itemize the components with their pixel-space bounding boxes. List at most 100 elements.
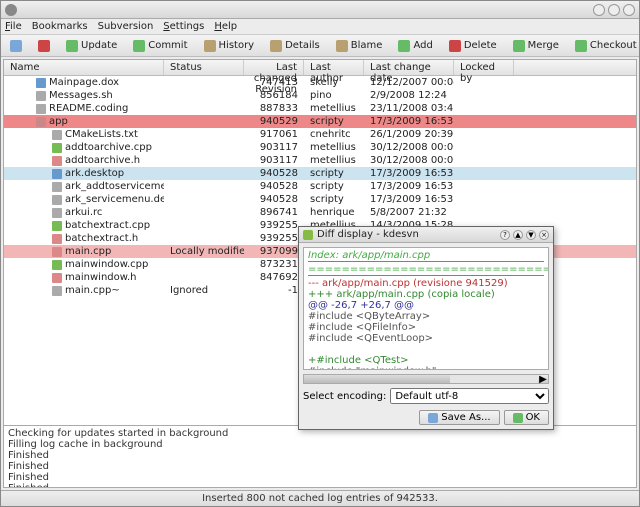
diff-text[interactable]: Index: ark/app/main.cpp ================… xyxy=(303,247,549,370)
file-rev: 873231 xyxy=(244,259,304,270)
file-name: main.cpp xyxy=(65,246,111,257)
details-button[interactable]: Details xyxy=(265,38,325,54)
dialog-buttons: Save As... OK xyxy=(303,410,549,425)
diff-new-line: +++ ark/app/main.cpp (copia locale) xyxy=(308,289,544,300)
file-date: 26/1/2009 20:39 xyxy=(364,129,454,140)
save-as-button[interactable]: Save As... xyxy=(419,410,499,425)
file-name: batchextract.h xyxy=(65,233,138,244)
file-date: 2/9/2008 12:24 xyxy=(364,90,454,101)
file-name: batchextract.cpp xyxy=(65,220,150,231)
diff-index: Index: ark/app/main.cpp xyxy=(308,250,544,262)
history-button[interactable]: History xyxy=(199,38,260,54)
header-date[interactable]: Last change date xyxy=(364,60,454,75)
diff-old-line: --- ark/app/main.cpp (revisione 941529) xyxy=(308,278,544,289)
file-rev: 903117 xyxy=(244,142,304,153)
log-line: Finished xyxy=(8,450,632,461)
table-row[interactable]: README.coding887833metellius23/11/2008 0… xyxy=(4,102,636,115)
dialog-down-button[interactable]: ▼ xyxy=(526,230,536,240)
maximize-button[interactable] xyxy=(608,4,620,16)
menu-settings[interactable]: Settings xyxy=(163,21,204,32)
merge-icon xyxy=(513,40,525,52)
delete-button[interactable]: Delete xyxy=(444,38,502,54)
file-icon xyxy=(52,169,62,179)
file-author: metellius xyxy=(304,155,364,166)
file-rev: 940528 xyxy=(244,194,304,205)
file-author: scripty xyxy=(304,116,364,127)
commit-icon xyxy=(133,40,145,52)
file-name: mainwindow.h xyxy=(65,272,137,283)
menu-file[interactable]: FFileile xyxy=(5,21,22,32)
file-author: metellius xyxy=(304,142,364,153)
table-row[interactable]: app940529scripty17/3/2009 16:53 xyxy=(4,115,636,128)
file-icon xyxy=(52,156,62,166)
table-row[interactable]: arkui.rc896741henrique5/8/2007 21:32 xyxy=(4,206,636,219)
file-author: scripty xyxy=(304,168,364,179)
file-icon xyxy=(36,91,46,101)
file-author: scripty xyxy=(304,181,364,192)
column-headers: Name Status Last changed Revision Last a… xyxy=(4,60,636,76)
file-name: ark_servicemenu.desktop xyxy=(65,194,164,205)
menu-help[interactable]: Help xyxy=(214,21,237,32)
file-icon xyxy=(52,247,62,257)
header-name[interactable]: Name xyxy=(4,60,164,75)
stop-button[interactable] xyxy=(33,38,55,54)
add-icon xyxy=(398,40,410,52)
menubar: FFileile Bookmarks Subversion Settings H… xyxy=(1,19,639,35)
file-status: Ignored xyxy=(164,285,244,296)
table-row[interactable]: addtoarchive.h903117metellius30/12/2008 … xyxy=(4,154,636,167)
header-author[interactable]: Last author xyxy=(304,60,364,75)
merge-button[interactable]: Merge xyxy=(508,38,564,54)
menu-subversion[interactable]: Subversion xyxy=(98,21,154,32)
checkout-button[interactable]: Checkout xyxy=(570,38,640,54)
file-author: henrique xyxy=(304,207,364,218)
blame-icon xyxy=(336,40,348,52)
file-name: arkui.rc xyxy=(65,207,102,218)
diff-ctx: #include <QFileInfo> xyxy=(308,322,544,333)
file-rev: 903117 xyxy=(244,155,304,166)
up-button[interactable] xyxy=(5,38,27,54)
table-row[interactable]: addtoarchive.cpp903117metellius30/12/200… xyxy=(4,141,636,154)
update-button[interactable]: Update xyxy=(61,38,122,54)
table-row[interactable]: ark.desktop940528scripty17/3/2009 16:53 xyxy=(4,167,636,180)
scrollbar-thumb[interactable] xyxy=(304,375,450,383)
file-name: addtoarchive.h xyxy=(65,155,140,166)
file-icon xyxy=(52,260,62,270)
close-button[interactable] xyxy=(623,4,635,16)
file-rev: 917061 xyxy=(244,129,304,140)
header-revision[interactable]: Last changed Revision xyxy=(244,60,304,75)
file-icon xyxy=(52,182,62,192)
file-date: 17/3/2009 16:53 xyxy=(364,194,454,205)
file-date: 5/8/2007 21:32 xyxy=(364,207,454,218)
dialog-hscrollbar[interactable]: ▶ xyxy=(303,374,549,384)
menu-bookmarks[interactable]: Bookmarks xyxy=(32,21,88,32)
minimize-button[interactable] xyxy=(593,4,605,16)
table-row[interactable]: ark_addtoservicemenu.desktop940528script… xyxy=(4,180,636,193)
log-panel: Checking for updates started in backgrou… xyxy=(4,425,636,487)
file-name: mainwindow.cpp xyxy=(65,259,148,270)
file-rev: 939255 xyxy=(244,220,304,231)
table-row[interactable]: CMakeLists.txt917061cnehritc26/1/2009 20… xyxy=(4,128,636,141)
table-row[interactable]: Messages.sh856184pino2/9/2008 12:24 xyxy=(4,89,636,102)
dialog-close-button[interactable]: × xyxy=(539,230,549,240)
table-row[interactable]: ark_servicemenu.desktop940528scripty17/3… xyxy=(4,193,636,206)
diff-sep: ========================================… xyxy=(308,264,544,276)
file-name: ark.desktop xyxy=(65,168,124,179)
dialog-help-button[interactable]: ? xyxy=(500,230,510,240)
add-button[interactable]: Add xyxy=(393,38,437,54)
file-icon xyxy=(36,78,46,88)
header-locked[interactable]: Locked by xyxy=(454,60,514,75)
header-status[interactable]: Status xyxy=(164,60,244,75)
file-icon xyxy=(52,143,62,153)
file-rev: 887833 xyxy=(244,103,304,114)
diff-add: +#include <QTest> xyxy=(308,355,544,366)
file-date: 17/3/2009 16:53 xyxy=(364,181,454,192)
commit-button[interactable]: Commit xyxy=(128,38,192,54)
ok-button[interactable]: OK xyxy=(504,410,549,425)
toolbar: Update Commit History Details Blame Add … xyxy=(1,35,639,57)
dialog-up-button[interactable]: ▲ xyxy=(513,230,523,240)
encoding-select[interactable]: Default utf-8 xyxy=(390,388,549,404)
file-rev: 847692 xyxy=(244,272,304,283)
log-line: Finished xyxy=(8,483,632,487)
blame-button[interactable]: Blame xyxy=(331,38,388,54)
scrollbar-right-arrow[interactable]: ▶ xyxy=(538,375,548,383)
